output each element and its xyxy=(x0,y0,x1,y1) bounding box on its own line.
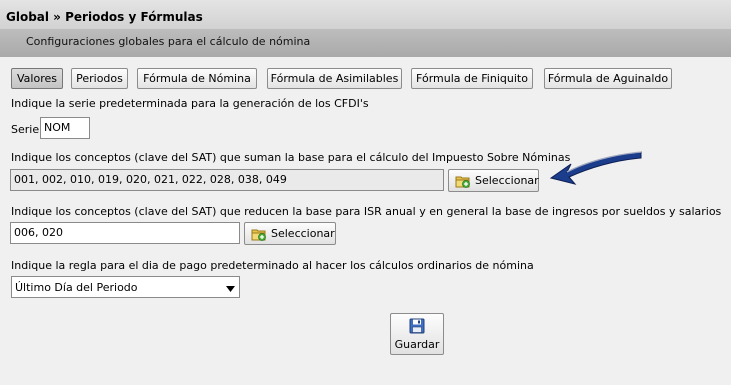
isr-concepts-field[interactable]: 006, 020 xyxy=(10,222,240,244)
isn-description: Indique los conceptos (clave del SAT) qu… xyxy=(11,151,571,164)
tab-periodos[interactable]: Periodos xyxy=(71,68,128,89)
folder-add-icon xyxy=(251,226,267,242)
tab-formula-nomina[interactable]: Fórmula de Nómina xyxy=(137,68,257,89)
tab-valores[interactable]: Valores xyxy=(11,68,63,89)
isr-select-label: Seleccionar xyxy=(271,227,335,240)
isr-select-button[interactable]: Seleccionar xyxy=(244,222,336,245)
serie-label: Serie xyxy=(11,123,40,136)
subtitle-bar: Configuraciones globales para el cálculo… xyxy=(0,29,731,57)
isr-description: Indique los conceptos (clave del SAT) qu… xyxy=(11,205,722,218)
save-label: Guardar xyxy=(394,338,440,351)
isn-concepts-field[interactable]: 001, 002, 010, 019, 020, 021, 022, 028, … xyxy=(10,169,444,191)
arrow-pointer-icon xyxy=(549,151,642,185)
serie-input[interactable]: NOM xyxy=(40,117,90,139)
pay-rule-description: Indique la regla para el dia de pago pre… xyxy=(11,259,534,272)
page-title: Global » Periodos y Fórmulas xyxy=(6,10,203,24)
chevron-down-icon xyxy=(226,283,235,296)
page-header: Global » Periodos y Fórmulas Configuraci… xyxy=(0,0,731,58)
save-button[interactable]: Guardar xyxy=(390,313,444,355)
pay-rule-dropdown[interactable]: Último Día del Periodo xyxy=(11,276,240,298)
page-subtitle: Configuraciones globales para el cálculo… xyxy=(26,35,311,48)
tab-formula-asimilables[interactable]: Fórmula de Asimilables xyxy=(267,68,402,89)
folder-add-icon xyxy=(455,173,471,189)
pay-rule-selected: Último Día del Periodo xyxy=(15,281,138,294)
tab-formula-aguinaldo[interactable]: Fórmula de Aguinaldo xyxy=(544,68,672,89)
isn-select-button[interactable]: Seleccionar xyxy=(448,169,539,192)
tab-formula-finiquito[interactable]: Fórmula de Finiquito xyxy=(411,68,533,89)
isn-select-label: Seleccionar xyxy=(475,174,539,187)
serie-description: Indique la serie predeterminada para la … xyxy=(11,97,369,110)
title-bar: Global » Periodos y Fórmulas xyxy=(0,0,731,30)
floppy-disk-icon xyxy=(409,318,425,334)
